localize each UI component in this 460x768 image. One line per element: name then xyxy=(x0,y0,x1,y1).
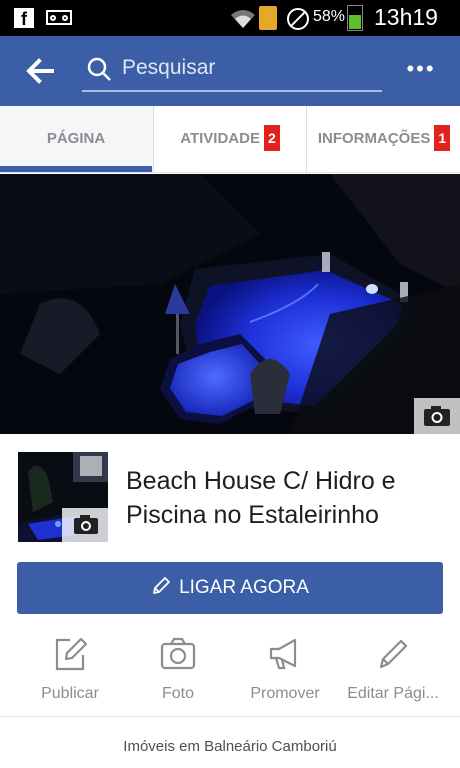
page-tabs: PÁGINA ATIVIDADE 2 INFORMAÇÕES 1 xyxy=(0,106,460,173)
call-now-button[interactable]: LIGAR AGORA xyxy=(17,562,443,614)
action-label: Promover xyxy=(250,685,320,702)
back-arrow-icon[interactable] xyxy=(22,54,56,88)
tab-label: PÁGINA xyxy=(46,130,106,147)
clock: 13h19 xyxy=(374,4,438,30)
battery-percent: 58% xyxy=(313,8,346,25)
call-now-label: LIGAR AGORA xyxy=(179,577,309,598)
page-category[interactable]: Imóveis em Balneário Camboriú xyxy=(0,738,460,755)
change-cover-camera-icon[interactable] xyxy=(414,398,460,434)
camera-icon xyxy=(160,637,196,670)
tab-label: ATIVIDADE xyxy=(180,130,260,147)
pencil-icon xyxy=(153,577,170,594)
search-input[interactable]: Pesquisar xyxy=(82,50,382,92)
active-tab-indicator xyxy=(0,166,152,172)
action-publicar[interactable]: Publicar xyxy=(15,632,125,702)
tab-informacoes[interactable]: INFORMAÇÕES 1 xyxy=(306,106,460,172)
search-icon xyxy=(87,57,111,81)
top-bar: Pesquisar ••• xyxy=(0,36,460,106)
action-foto[interactable]: Foto xyxy=(123,632,233,702)
action-label: Foto xyxy=(161,685,194,702)
change-profile-camera-icon[interactable] xyxy=(62,508,108,542)
more-options-icon[interactable]: ••• xyxy=(404,56,438,86)
battery-fill xyxy=(349,15,361,29)
cover-pool-image xyxy=(0,174,460,434)
no-interruption-icon xyxy=(287,8,309,30)
battery-icon xyxy=(347,5,363,31)
notification-badge: 2 xyxy=(263,125,280,152)
voicemail-icon xyxy=(46,10,72,25)
divider xyxy=(0,716,460,717)
cover-photo[interactable] xyxy=(0,174,460,434)
wifi-icon xyxy=(231,10,255,29)
page-title: Beach House C/ Hidro e Piscina no Estale… xyxy=(126,467,396,529)
action-promover[interactable]: Promover xyxy=(230,632,340,702)
search-placeholder: Pesquisar xyxy=(122,56,216,79)
facebook-icon: f xyxy=(14,8,34,29)
document-icon xyxy=(259,6,277,30)
action-label: Editar Pági... xyxy=(347,685,439,702)
pencil-icon xyxy=(379,639,408,669)
tab-pagina[interactable]: PÁGINA xyxy=(0,106,152,172)
notification-badge: 1 xyxy=(434,125,451,152)
compose-icon xyxy=(55,637,88,671)
action-editar-pagina[interactable]: Editar Pági... xyxy=(338,632,448,702)
tab-atividade[interactable]: ATIVIDADE 2 xyxy=(153,106,306,172)
action-label: Publicar xyxy=(41,685,99,702)
camera-icon xyxy=(424,406,450,426)
camera-icon xyxy=(74,515,98,534)
tab-label: INFORMAÇÕES xyxy=(317,130,431,147)
status-bar: f 58% 13h19 xyxy=(0,0,460,36)
megaphone-icon xyxy=(269,638,297,670)
